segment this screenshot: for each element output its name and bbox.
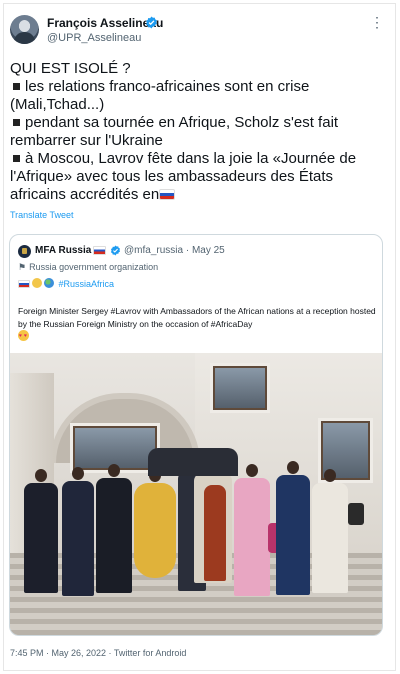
photo-person — [96, 478, 132, 593]
hashtag-russiaafrica[interactable]: #RussiaAfrica — [59, 279, 115, 289]
russia-flag-icon — [18, 280, 30, 288]
photo-person — [348, 503, 364, 525]
russia-flag-icon — [93, 246, 106, 255]
avatar-head — [19, 20, 30, 32]
photo-person-head — [324, 469, 336, 482]
tweet-line-1-text: les relations franco-africaines sont en … — [10, 78, 310, 113]
bullet-icon — [13, 154, 20, 162]
verified-badge-icon — [146, 16, 157, 29]
photo-window — [210, 363, 270, 413]
tweet-line-2-text: pendant sa tournée en Afrique, Scholz s'… — [10, 114, 339, 149]
quoted-handle-date[interactable]: @mfa_russia · May 25 — [124, 245, 225, 256]
bullet-icon — [13, 118, 20, 126]
heart-eyes-icon — [18, 330, 29, 343]
photo-person — [24, 483, 58, 593]
government-org-text: Russia government organization — [29, 262, 159, 272]
quoted-tagline: #RussiaAfrica — [18, 278, 114, 289]
tweet-line-1: les relations franco-africaines sont en … — [10, 78, 390, 114]
flag-label-icon: ⚑ — [18, 262, 27, 272]
quoted-tweet[interactable]: MFA Russia @mfa_russia · May 25 ⚑ Russia … — [9, 234, 383, 636]
photo-person — [148, 448, 238, 476]
bullet-icon — [13, 82, 20, 90]
photo-person-head — [35, 469, 47, 482]
more-options-icon[interactable]: ⋮ — [370, 14, 385, 31]
quoted-body-text: Foreign Minister Sergey #Lavrov with Amb… — [18, 306, 376, 329]
handshake-icon — [32, 278, 42, 288]
russia-flag-icon — [159, 189, 176, 200]
tweet-line-2: pendant sa tournée en Afrique, Scholz s'… — [10, 114, 390, 150]
quoted-photo[interactable] — [10, 353, 382, 635]
tweet-timestamp[interactable]: 7:45 PM · May 26, 2022 · Twitter for And… — [10, 648, 186, 658]
tweet-text: QUI EST ISOLÉ ? les relations franco-afr… — [10, 60, 390, 204]
photo-person-head — [287, 461, 299, 474]
author-avatar[interactable] — [10, 15, 39, 44]
photo-person — [204, 485, 226, 581]
tweet-line-headline: QUI EST ISOLÉ ? — [10, 60, 131, 77]
photo-person-head — [108, 464, 120, 477]
globe-africa-icon — [44, 278, 54, 288]
quoted-body: Foreign Minister Sergey #Lavrov with Amb… — [18, 305, 376, 343]
government-org-label: ⚑ Russia government organization — [18, 262, 158, 273]
photo-person — [312, 483, 348, 593]
tweet-line-3: à Moscou, Lavrov fête dans la joie la «J… — [10, 150, 390, 204]
verified-badge-icon — [110, 245, 121, 256]
mfa-russia-avatar[interactable] — [18, 245, 31, 258]
photo-person — [62, 481, 94, 596]
author-handle[interactable]: @UPR_Asselineau — [47, 32, 141, 44]
photo-person — [134, 483, 176, 578]
translate-tweet-link[interactable]: Translate Tweet — [10, 210, 74, 220]
quoted-author-name[interactable]: MFA Russia — [35, 245, 91, 256]
photo-person — [234, 478, 270, 596]
avatar-body — [14, 32, 35, 44]
photo-person-head — [246, 464, 258, 477]
photo-person — [276, 475, 310, 595]
photo-person-head — [72, 467, 84, 480]
tweet-line-3-text: à Moscou, Lavrov fête dans la joie la «J… — [10, 150, 357, 203]
